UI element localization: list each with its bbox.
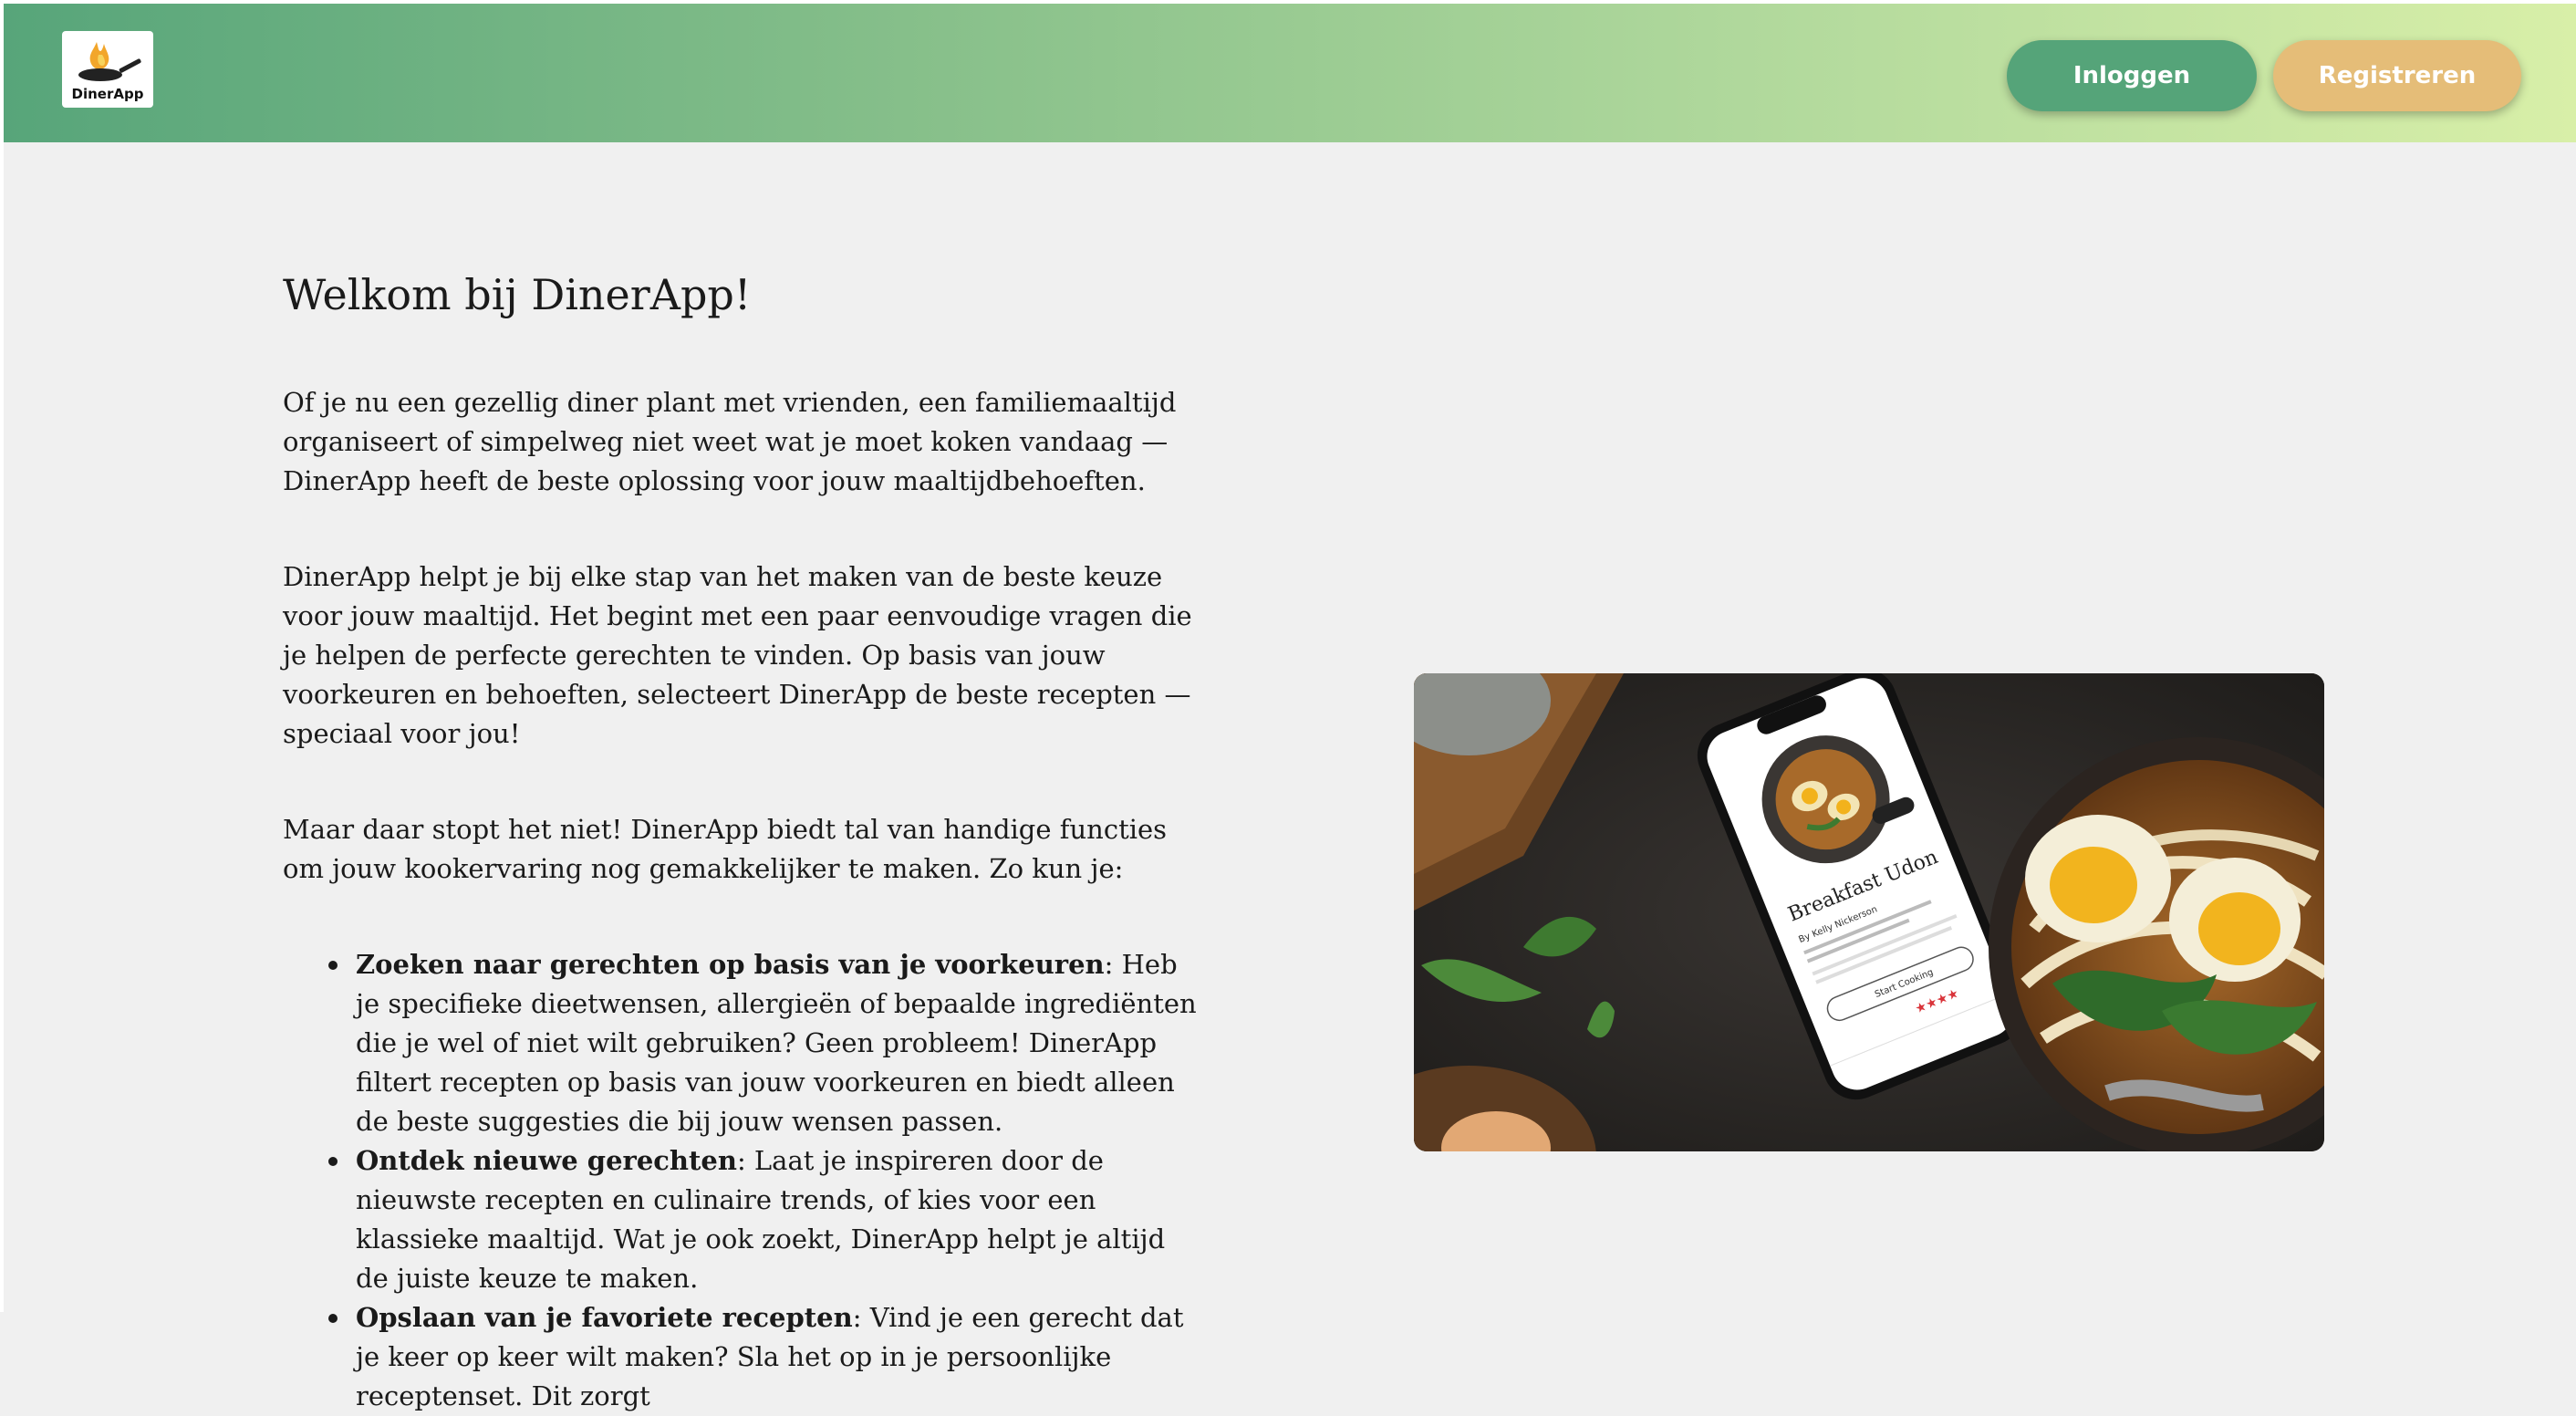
register-button[interactable]: Registreren bbox=[2273, 40, 2521, 111]
feature-item: Zoeken naar gerechten op basis van je vo… bbox=[328, 945, 1204, 1141]
feature-list: Zoeken naar gerechten op basis van je vo… bbox=[328, 945, 1204, 1416]
dinerapp-logo[interactable]: DinerApp bbox=[62, 31, 153, 108]
login-button[interactable]: Inloggen bbox=[2007, 40, 2257, 111]
features-intro-paragraph: Maar daar stopt het niet! DinerApp biedt… bbox=[283, 814, 1168, 884]
main-content: Welkom bij DinerApp! Of je nu een gezell… bbox=[283, 270, 1204, 1416]
how-it-works-paragraph: DinerApp helpt je bij elke stap van het … bbox=[283, 561, 1192, 749]
feature-title: Opslaan van je favoriete recepten bbox=[356, 1302, 853, 1333]
logo-text: DinerApp bbox=[71, 86, 144, 102]
intro-paragraph: Of je nu een gezellig diner plant met vr… bbox=[283, 387, 1177, 496]
hero-image: Breakfast Udon By Kelly Nickerson Start … bbox=[1414, 673, 2324, 1151]
page-title: Welkom bij DinerApp! bbox=[283, 270, 752, 319]
top-header: DinerApp Inloggen Registreren bbox=[4, 4, 2576, 142]
pan-fire-icon bbox=[78, 42, 141, 81]
feature-title: Ontdek nieuwe gerechten bbox=[356, 1145, 737, 1176]
feature-title: Zoeken naar gerechten op basis van je vo… bbox=[356, 949, 1105, 980]
feature-item: Ontdek nieuwe gerechten: Laat je inspire… bbox=[328, 1141, 1204, 1298]
udon-phone-illustration: Breakfast Udon By Kelly Nickerson Start … bbox=[1414, 673, 2324, 1151]
feature-item: Opslaan van je favoriete recepten: Vind … bbox=[328, 1298, 1204, 1416]
